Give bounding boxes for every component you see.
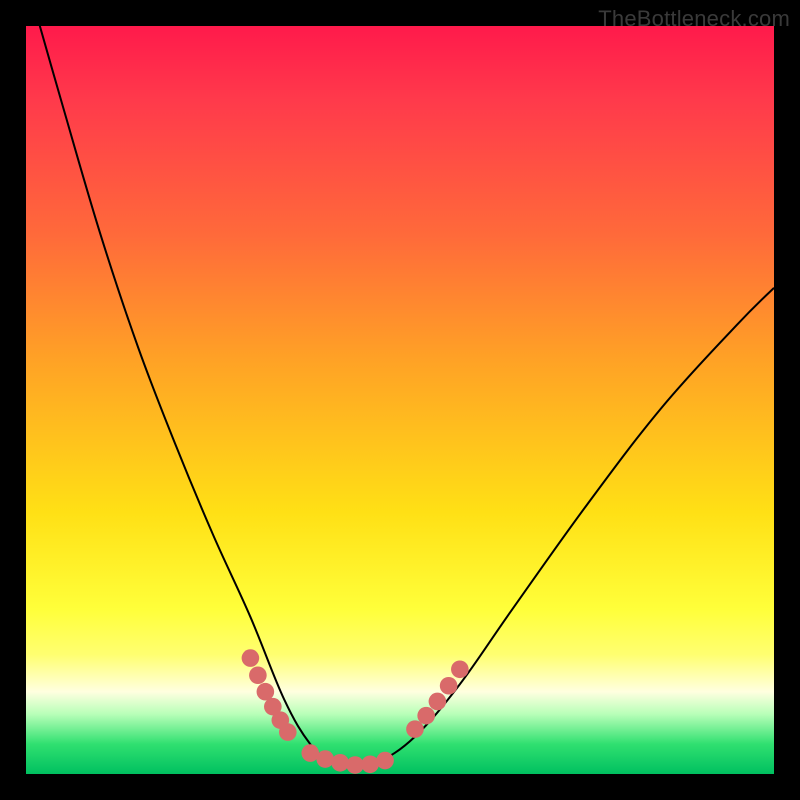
highlight-dot (249, 666, 267, 684)
highlight-dot (406, 720, 424, 738)
highlight-dot (279, 723, 297, 741)
curve-svg (26, 26, 774, 774)
highlight-dot (429, 693, 447, 711)
watermark-text: TheBottleneck.com (598, 6, 790, 32)
highlight-dots (242, 649, 469, 774)
highlight-dot (331, 754, 349, 772)
highlight-dot (417, 707, 435, 725)
highlight-dot (301, 744, 319, 762)
highlight-dot (376, 752, 394, 770)
highlight-dot (346, 756, 364, 774)
plot-area (26, 26, 774, 774)
highlight-dot (316, 750, 334, 768)
highlight-dot (440, 677, 458, 695)
highlight-dot (257, 683, 275, 701)
highlight-dot (242, 649, 260, 667)
highlight-dot (451, 660, 469, 678)
chart-frame: TheBottleneck.com (0, 0, 800, 800)
bottleneck-curve-path (26, 26, 774, 767)
bottleneck-curve (26, 26, 774, 767)
highlight-dot (361, 755, 379, 773)
